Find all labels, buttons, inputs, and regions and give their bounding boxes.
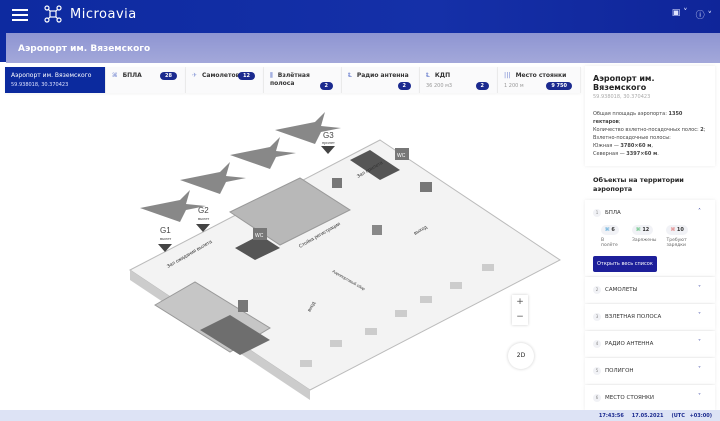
plane-icon <box>230 137 296 169</box>
item-number: 2 <box>593 286 601 294</box>
gate-g3: G3 <box>323 131 334 140</box>
item-number: 1 <box>593 209 601 217</box>
tab-coords: 59.938018, 30.370423 <box>11 82 69 88</box>
item-label: ПОЛИГОН <box>605 368 634 374</box>
item-label: САМОЛЕТЫ <box>605 287 638 293</box>
chevron-up-icon[interactable]: ˄ <box>698 208 701 215</box>
objects-heading: Объекты на территории аэропорта <box>593 176 684 193</box>
gate-label: прилет <box>322 140 335 145</box>
plane-icon <box>180 162 246 194</box>
accordion-parking[interactable]: 6 МЕСТО СТОЯНКИ ˅ <box>585 385 715 411</box>
wc-icon: WC <box>255 233 264 239</box>
tab-planes[interactable]: ✈ Самолетов 12 <box>186 67 264 93</box>
status-footer: 17:43:56 17.05.2021 (UTC +03:00) <box>0 410 720 421</box>
tab-parking[interactable]: ||| Место стоянки 1 200 м9 750 <box>498 67 581 93</box>
airport-coords: 59.938018, 30.370423 <box>593 94 651 100</box>
antenna-icon: Ⱡ <box>348 72 352 79</box>
accordion-radio[interactable]: 4 РАДИО АНТЕННА ˅ <box>585 331 715 357</box>
page-title: Аэропорт им. Вяземского <box>6 33 720 63</box>
item-label: МЕСТО СТОЯНКИ <box>605 395 655 401</box>
baggage-icon <box>420 182 432 192</box>
tab-label: Самолетов <box>202 72 240 79</box>
runway-icon: ⫼ <box>270 72 273 79</box>
parking-icon: ||| <box>504 72 511 79</box>
tab-badge: 2 <box>319 82 333 90</box>
chevron-down-icon[interactable]: ˅ <box>698 285 701 292</box>
gate-label: вылет <box>160 236 171 241</box>
gate-marker-icon <box>321 146 335 154</box>
zoom-out-button[interactable]: − <box>512 310 528 325</box>
view-mode-compass[interactable]: 2D <box>508 343 534 369</box>
item-label: РАДИО АНТЕННА <box>605 341 654 347</box>
uav-icon: ⌘ <box>670 227 676 233</box>
gate-g2: G2 <box>198 206 209 215</box>
tab-uav[interactable]: ⌘ БПЛА 28 <box>106 67 186 93</box>
tab-label: Радио антенна <box>356 72 409 79</box>
brand-name: Microavia <box>70 7 137 22</box>
tab-badge: 9 750 <box>546 82 572 90</box>
plane-icon: ✈ <box>192 72 198 79</box>
tab-radio[interactable]: Ⱡ Радио антенна 2 <box>342 67 420 93</box>
stat-need-charge: ⌘ 10 Требуют зарядки <box>666 225 688 248</box>
restaurant-icon <box>238 300 248 312</box>
item-label: ВЗЛЕТНАЯ ПОЛОСА <box>605 314 662 320</box>
tab-badge: 2 <box>397 82 411 90</box>
timezone: (UTC +03:00) <box>671 413 712 419</box>
uav-icon: ⌘ <box>605 227 610 233</box>
drone-logo-icon <box>44 5 62 23</box>
item-label: БПЛА <box>605 210 621 216</box>
tower-icon: Ⱡ <box>426 72 430 79</box>
stat-charged: ⌘ 12 Заряжены <box>631 225 657 243</box>
uav-icon: ⌘ <box>112 72 118 79</box>
info-icon <box>372 225 382 235</box>
chevron-down-icon[interactable]: ˅ <box>698 366 701 373</box>
tab-label: Аэропорт им. Вяземского <box>11 72 92 79</box>
accordion-polygon[interactable]: 5 ПОЛИГОН ˅ <box>585 358 715 384</box>
clock-time: 17:43:56 <box>598 413 624 419</box>
medical-icon <box>332 178 342 188</box>
tab-label: Взлётная полоса <box>270 72 310 87</box>
gate-g1: G1 <box>160 226 171 235</box>
tab-badge: 2 <box>475 82 489 90</box>
accordion-runway[interactable]: 3 ВЗЛЕТНАЯ ПОЛОСА ˅ <box>585 304 715 330</box>
accordion-planes[interactable]: 2 САМОЛЕТЫ ˅ <box>585 277 715 303</box>
chevron-down-icon[interactable]: ˅ <box>698 312 701 319</box>
tab-label: БПЛА <box>122 72 142 79</box>
zoom-controls: + − <box>512 295 528 325</box>
tab-badge: 28 <box>160 72 177 80</box>
stat-in-flight: ⌘ 6В полёте <box>601 225 619 248</box>
item-number: 5 <box>593 367 601 375</box>
id-card-icon[interactable]: ▣ ˅ <box>672 8 688 21</box>
summary-tabs: Аэропорт им. Вяземского 59.938018, 30.370… <box>5 67 581 93</box>
info-panel: Аэропорт им. Вяземского 59.938018, 30.37… <box>585 66 715 412</box>
item-number: 4 <box>593 340 601 348</box>
tab-airport[interactable]: Аэропорт им. Вяземского 59.938018, 30.370… <box>5 67 106 93</box>
tab-runway[interactable]: ⫼ Взлётная полоса 2 <box>264 67 342 93</box>
item-number: 3 <box>593 313 601 321</box>
gate-label: вылет <box>198 216 209 221</box>
tab-label: КДП <box>434 72 451 79</box>
airport-info-card: Аэропорт им. Вяземского 59.938018, 30.37… <box>585 66 715 166</box>
tab-badge: 12 <box>238 72 255 80</box>
airport-details: Общая площадь аэропорта: 1350 гектаров; … <box>593 111 706 157</box>
tab-label: Место стоянки <box>515 72 567 79</box>
plane-icon <box>140 190 206 222</box>
accordion-uav[interactable]: 1 БПЛА ˄ ⌘ 6В полёте ⌘ 12 Заряжены ⌘ 10 Треб… <box>585 200 715 276</box>
tab-kdp[interactable]: Ⱡ КДП 36 200 м3 2 <box>420 67 498 93</box>
item-number: 6 <box>593 394 601 402</box>
clock-date: 17.05.2021 <box>631 413 664 419</box>
airport-title: Аэропорт им. Вяземского <box>593 74 655 92</box>
uav-icon: ⌘ <box>635 227 641 233</box>
menu-icon[interactable] <box>12 9 28 21</box>
help-icon[interactable]: ⓘ ˅ <box>696 8 712 21</box>
zoom-in-button[interactable]: + <box>512 295 528 310</box>
wc-icon: WC <box>397 153 406 159</box>
chevron-down-icon[interactable]: ˅ <box>698 339 701 346</box>
chevron-down-icon[interactable]: ˅ <box>698 393 701 400</box>
open-full-list-button[interactable]: Открыть весь список <box>593 256 657 272</box>
